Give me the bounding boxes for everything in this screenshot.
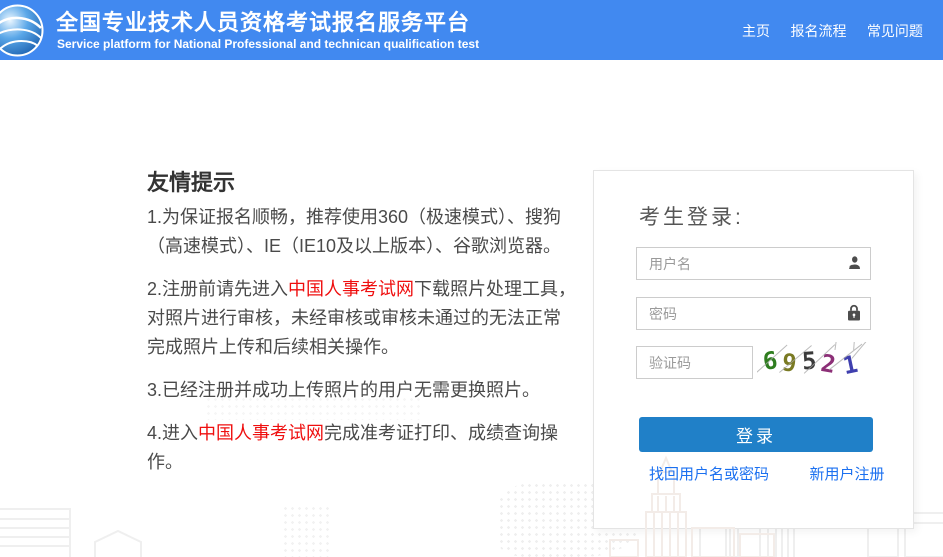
password-input[interactable] xyxy=(636,297,871,330)
username-input[interactable] xyxy=(636,247,871,280)
login-panel: 考生登录: 6 9 5 2 1 登录 找回用户名或密码 xyxy=(593,170,914,529)
site-subtitle: Service platform for National Profession… xyxy=(57,37,479,51)
captcha-digit: 1 xyxy=(840,350,860,380)
captcha-field-row xyxy=(636,346,753,379)
tip-text: 3.已经注册并成功上传照片的用户无需更换照片。 xyxy=(147,380,540,400)
globe-logo xyxy=(0,4,44,57)
header: 全国专业技术人员资格考试报名服务平台 Service platform for … xyxy=(0,0,943,60)
login-helper-links: 找回用户名或密码 新用户注册 xyxy=(649,463,884,484)
nav-home[interactable]: 主页 xyxy=(742,21,770,41)
forgot-credentials-link[interactable]: 找回用户名或密码 xyxy=(649,466,769,483)
username-field-row xyxy=(636,247,871,280)
captcha-input[interactable] xyxy=(636,346,753,379)
captcha-image[interactable]: 6 9 5 2 1 xyxy=(757,342,869,383)
header-nav: 主页 报名流程 常见问题 咨询 xyxy=(742,21,943,41)
login-button[interactable]: 登录 xyxy=(639,417,873,452)
login-title: 考生登录: xyxy=(639,201,744,231)
notice-tip-2: 2.注册前请先进入中国人事考试网下载照片处理工具，对照片进行审核，未经审核或审核… xyxy=(147,275,577,362)
cpta-site-link[interactable]: 中国人事考试网 xyxy=(198,423,324,443)
nav-faq[interactable]: 常见问题 xyxy=(867,21,923,41)
notice-body: 1.为保证报名顺畅，推荐使用360（极速模式）、搜狗（高速模式）、IE（IE10… xyxy=(147,203,577,491)
password-field-row xyxy=(636,297,871,330)
notice-tip-4: 4.进入中国人事考试网完成准考证打印、成绩查询操作。 xyxy=(147,419,577,477)
cpta-site-link[interactable]: 中国人事考试网 xyxy=(288,279,414,299)
notice-heading: 友情提示 xyxy=(147,165,235,197)
tip-text: 1.为保证报名顺畅，推荐使用360（极速模式）、搜狗（高速模式）、IE（IE10… xyxy=(147,207,561,256)
captcha-noise-line xyxy=(834,342,838,350)
notice-tip-3: 3.已经注册并成功上传照片的用户无需更换照片。 xyxy=(147,376,577,405)
background-dots-pattern xyxy=(282,505,332,557)
tip-text: 4.进入 xyxy=(147,423,198,443)
captcha-digit: 6 xyxy=(761,346,779,376)
tip-text: 2.注册前请先进入 xyxy=(147,279,288,299)
nav-registration-process[interactable]: 报名流程 xyxy=(790,21,846,41)
notice-tip-1: 1.为保证报名顺畅，推荐使用360（极速模式）、搜狗（高速模式）、IE（IE10… xyxy=(147,203,577,261)
site-title: 全国专业技术人员资格考试报名服务平台 xyxy=(56,5,470,37)
new-user-register-link[interactable]: 新用户注册 xyxy=(809,466,884,483)
